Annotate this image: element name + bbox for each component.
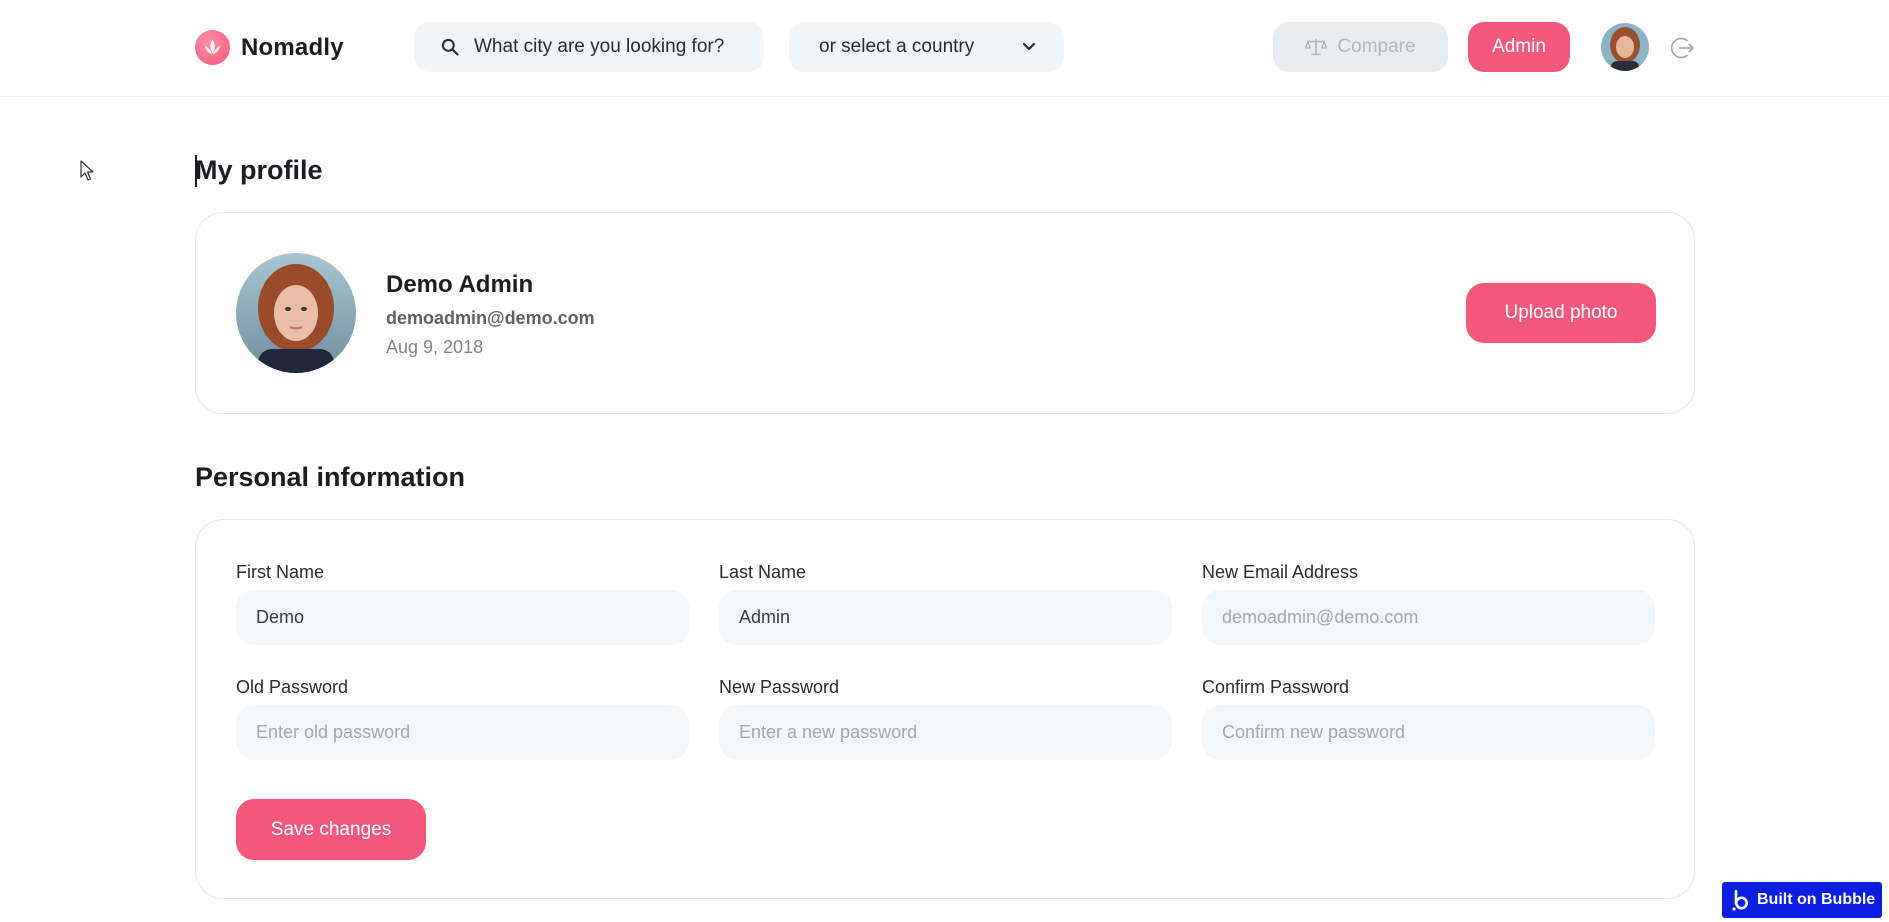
top-header: Nomadly or select a country Compare Admi… — [0, 0, 1889, 97]
search-input[interactable] — [474, 36, 744, 58]
country-select-value: or select a country — [819, 36, 975, 57]
built-on-bubble-badge[interactable]: Built on Bubble — [1722, 882, 1882, 918]
profile-card: Demo Admin demoadmin@demo.com Aug 9, 201… — [195, 212, 1695, 414]
compare-button[interactable]: Compare — [1273, 22, 1448, 72]
city-search[interactable] — [414, 22, 764, 72]
scale-icon — [1305, 38, 1328, 56]
lotus-logo-icon — [195, 30, 230, 65]
admin-button[interactable]: Admin — [1468, 22, 1570, 72]
logout-icon[interactable] — [1670, 35, 1696, 61]
profile-name: Demo Admin — [386, 271, 534, 298]
mouse-cursor-icon — [80, 160, 94, 181]
search-icon — [441, 38, 459, 56]
personal-info-title: Personal information — [195, 462, 466, 492]
profile-email: demoadmin@demo.com — [386, 308, 595, 328]
user-avatar[interactable] — [1601, 23, 1649, 71]
compare-label: Compare — [1337, 36, 1416, 57]
last-name-input[interactable] — [719, 590, 1172, 645]
upload-photo-button[interactable]: Upload photo — [1466, 283, 1656, 343]
page-title: My profile — [195, 155, 323, 185]
confirm-password-label: Confirm Password — [1202, 677, 1350, 697]
old-password-input[interactable] — [236, 705, 689, 760]
app-logo[interactable]: Nomadly — [195, 30, 344, 65]
bubble-logo-icon — [1732, 889, 1748, 911]
last-name-label: Last Name — [719, 562, 807, 582]
new-password-input[interactable] — [719, 705, 1172, 760]
first-name-input[interactable] — [236, 590, 689, 645]
chevron-down-icon — [1022, 42, 1036, 51]
app-name: Nomadly — [241, 33, 344, 61]
personal-info-card: First Name Last Name New Email Address O… — [195, 519, 1695, 899]
confirm-password-input[interactable] — [1202, 705, 1655, 760]
country-select[interactable]: or select a country — [789, 22, 1064, 72]
badge-label: Built on Bubble — [1757, 891, 1876, 908]
new-email-input[interactable] — [1202, 590, 1655, 645]
profile-avatar — [236, 253, 356, 373]
old-password-label: Old Password — [236, 677, 349, 697]
new-email-label: New Email Address — [1202, 562, 1359, 582]
profile-joined-date: Aug 9, 2018 — [386, 337, 484, 357]
save-changes-button[interactable]: Save changes — [236, 799, 426, 860]
first-name-label: First Name — [236, 562, 325, 582]
new-password-label: New Password — [719, 677, 840, 697]
